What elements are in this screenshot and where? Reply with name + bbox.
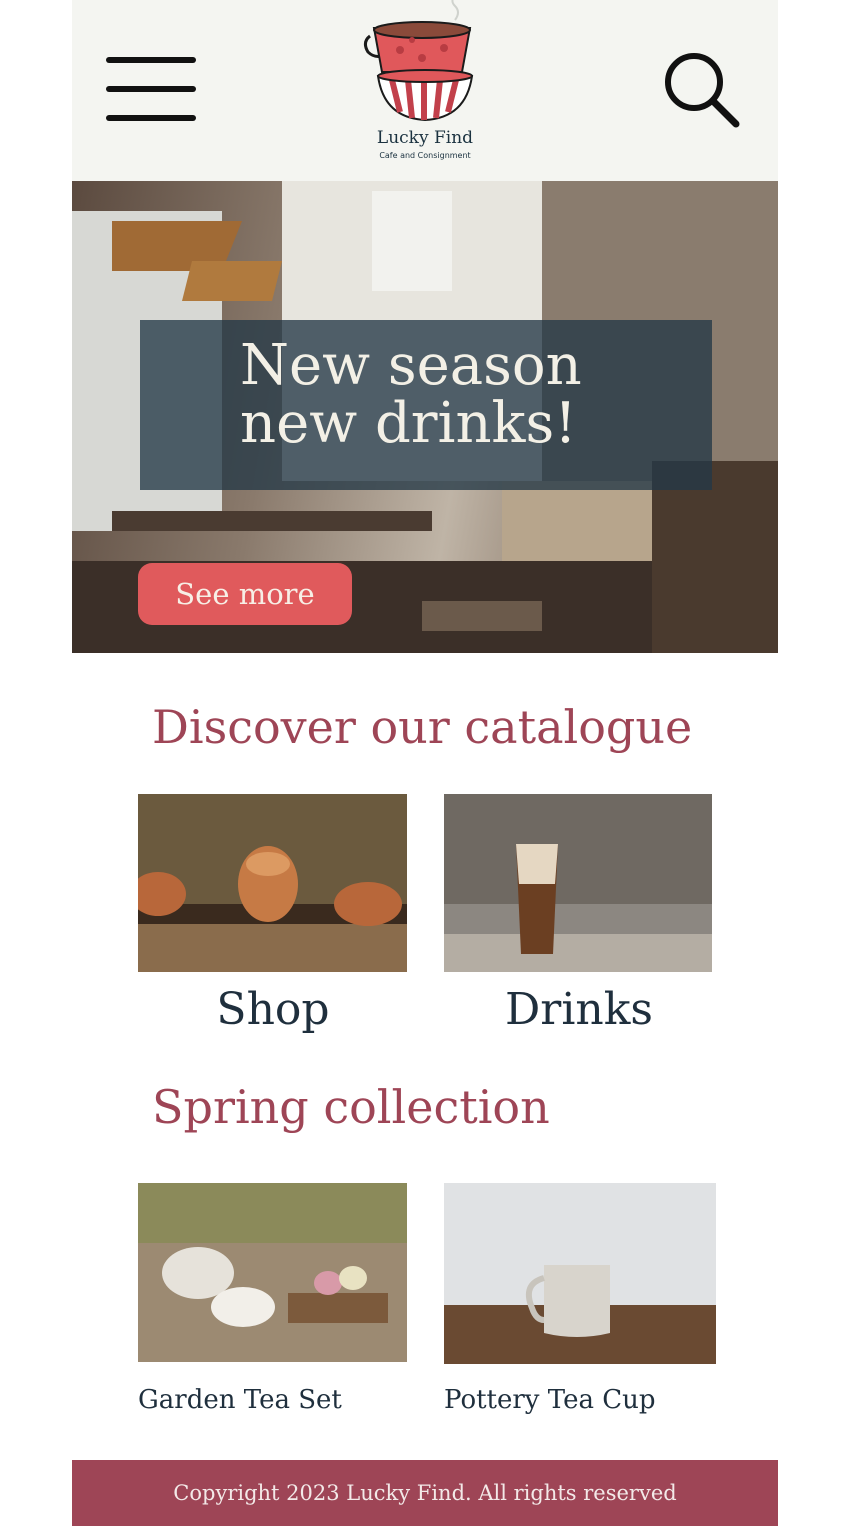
see-more-button[interactable]: See more — [138, 563, 352, 625]
logo-name: Lucky Find — [376, 128, 474, 148]
teacup-stack-icon — [363, 0, 474, 122]
pottery-tea-cup-card[interactable] — [444, 1183, 716, 1364]
drinks-label[interactable]: Drinks — [444, 984, 714, 1035]
header: Lucky Find Cafe and Consignment — [72, 0, 778, 181]
hero-banner: New season new drinks! See more — [72, 181, 778, 653]
app-frame: Lucky Find Cafe and Consignment New seas… — [72, 0, 778, 1526]
hero-title: New season new drinks! — [240, 337, 670, 453]
garden-tea-set-card[interactable] — [138, 1183, 407, 1362]
hero-title-line-1: New season — [240, 333, 582, 398]
pottery-cup-photo — [444, 1183, 716, 1364]
hamburger-menu-icon[interactable] — [106, 57, 198, 123]
pottery-tea-cup-label[interactable]: Pottery Tea Cup — [444, 1385, 656, 1415]
iced-coffee-photo — [444, 794, 712, 972]
copper-teapots-photo — [138, 794, 407, 972]
catalogue-title: Discover our catalogue — [152, 700, 693, 754]
drinks-card[interactable] — [444, 794, 712, 972]
hero-title-line-2: new drinks! — [240, 391, 577, 456]
logo[interactable]: Lucky Find Cafe and Consignment — [360, 0, 490, 170]
garden-tea-set-label[interactable]: Garden Tea Set — [138, 1385, 342, 1415]
copyright-text: Copyright 2023 Lucky Find. All rights re… — [173, 1481, 677, 1505]
shop-label[interactable]: Shop — [138, 984, 408, 1035]
spring-collection-title: Spring collection — [152, 1080, 550, 1134]
logo-tagline: Cafe and Consignment — [379, 151, 471, 160]
tea-set-photo — [138, 1183, 407, 1362]
footer: Copyright 2023 Lucky Find. All rights re… — [72, 1460, 778, 1526]
shop-card[interactable] — [138, 794, 407, 972]
magnifier-search-icon[interactable] — [664, 52, 740, 128]
